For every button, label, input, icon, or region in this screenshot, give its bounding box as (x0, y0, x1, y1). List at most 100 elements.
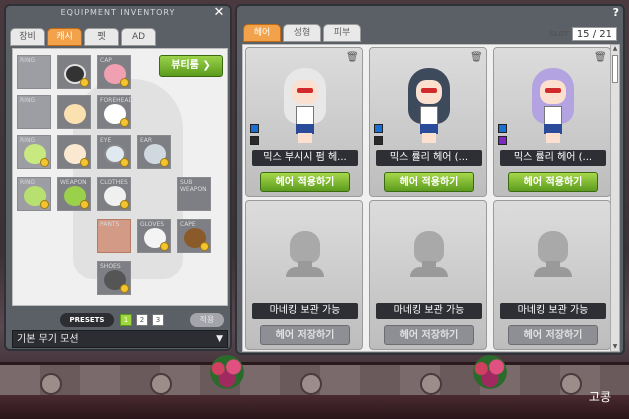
avatar-legs (546, 133, 560, 143)
floor-ornament (420, 373, 442, 395)
beauty-room-button[interactable]: 뷰티룸 ❯ (159, 55, 223, 77)
chevron-down-icon: ▼ (216, 334, 223, 344)
slot-pants[interactable]: PANTS (97, 219, 131, 253)
hair-name: 믹스 률리 헤어 (... (376, 150, 482, 166)
color-swatch[interactable] (250, 136, 259, 145)
save-hair-button[interactable]: 헤어 저장하기 (384, 325, 474, 345)
mannequin-head (538, 231, 568, 263)
slot-forehead[interactable]: FOREHEAD (97, 95, 134, 129)
cash-coin-icon (80, 200, 89, 209)
slot-face[interactable] (57, 95, 91, 129)
slot-cape[interactable]: CAPE (177, 219, 211, 253)
avatar (282, 66, 328, 146)
preset-1-button[interactable]: 1 (120, 314, 132, 326)
color-swatch[interactable] (374, 124, 383, 133)
avatar (530, 66, 576, 146)
trash-icon[interactable]: 🗑 (594, 52, 607, 64)
preset-3-button[interactable]: 3 (152, 314, 164, 326)
slot-ring-4[interactable]: RING (17, 177, 51, 211)
railing (0, 395, 629, 419)
slot-count-label: SLOT (548, 30, 569, 38)
slot-eye[interactable]: EYE (97, 135, 131, 169)
hair-name: 믹스 률리 헤어 (... (500, 150, 606, 166)
apply-hair-button[interactable]: 헤어 적용하기 (508, 172, 598, 192)
save-hair-button[interactable]: 헤어 저장하기 (260, 325, 350, 345)
slot-label: RING (20, 97, 36, 104)
empty-hair-card[interactable]: 마네킹 보관 가능 헤어 저장하기 (493, 200, 611, 350)
equipment-tabs: 장비 캐시 펫 AD (10, 28, 156, 46)
slot-label: RING (20, 137, 36, 144)
cash-coin-icon (120, 284, 129, 293)
color-swatch[interactable] (250, 124, 259, 133)
color-swatch[interactable] (374, 136, 383, 145)
avatar-eyes (545, 88, 561, 93)
cash-coin-icon (120, 200, 129, 209)
slot-ring-1[interactable]: RING (17, 55, 51, 89)
scroll-up-icon[interactable]: ▲ (611, 45, 619, 53)
avatar-legs (298, 133, 312, 143)
slot-label: SHOES (100, 263, 121, 270)
scrollbar-thumb[interactable] (612, 55, 618, 83)
apply-hair-button[interactable]: 헤어 적용하기 (260, 172, 350, 192)
floor-ornament (150, 373, 172, 395)
cash-coin-icon (120, 118, 129, 127)
slot-counter: SLOT 15 / 21 (549, 26, 617, 42)
empty-hair-card[interactable]: 마네킹 보관 가능 헤어 저장하기 (245, 200, 363, 350)
mannequin-icon (534, 231, 572, 277)
scroll-down-icon[interactable]: ▼ (611, 343, 619, 351)
apply-hair-button[interactable]: 헤어 적용하기 (384, 172, 474, 192)
cash-coin-icon (160, 242, 169, 251)
slot-label: EYE (100, 137, 112, 144)
slot-ring-2[interactable]: RING (17, 95, 51, 129)
weapon-motion-select[interactable]: 기본 무기 모션 ▼ (12, 330, 228, 348)
hair-card[interactable]: 🗑 믹스 부시시 펌 헤... 헤어 적용하기 (245, 47, 363, 197)
tab-equip[interactable]: 장비 (10, 28, 45, 46)
equipment-title: EQUIPMENT INVENTORY (60, 8, 176, 17)
slot-label: PANTS (100, 221, 120, 228)
slot-ear[interactable]: EAR (137, 135, 171, 169)
color-swatch[interactable] (498, 124, 507, 133)
hair-card[interactable]: 🗑 믹스 률리 헤어 (... 헤어 적용하기 (493, 47, 611, 197)
slot-clothes[interactable]: CLOTHES (97, 177, 131, 211)
slot-cap[interactable] (57, 55, 91, 89)
slot-sub-weapon[interactable]: SUB WEAPON (177, 177, 211, 211)
help-icon[interactable]: ? (613, 6, 619, 19)
slot-hair-accessory[interactable]: CAP (97, 55, 131, 89)
beauty-tabs: 헤어 성형 피부 (243, 24, 361, 42)
slot-label: FOREHEAD (100, 97, 134, 104)
cash-coin-icon (80, 78, 89, 87)
tab-hair[interactable]: 헤어 (243, 24, 281, 42)
cash-coin-icon (120, 78, 129, 87)
avatar-body (420, 106, 438, 126)
tab-ad[interactable]: AD (121, 28, 156, 46)
slot-ring-3[interactable]: RING (17, 135, 51, 169)
cash-coin-icon (160, 158, 169, 167)
slot-label: RING (20, 179, 36, 186)
color-swatch[interactable] (498, 136, 507, 145)
apply-preset-button[interactable]: 적용 (190, 313, 224, 327)
scrollbar[interactable]: ▲ ▼ (610, 44, 620, 352)
save-hair-button[interactable]: 헤어 저장하기 (508, 325, 598, 345)
character-name-label: 고콩 (588, 390, 611, 404)
preset-2-button[interactable]: 2 (136, 314, 148, 326)
mannequin-shoulders (286, 267, 324, 277)
tab-pet[interactable]: 펫 (84, 28, 119, 46)
mannequin-head (290, 231, 320, 263)
mannequin-label: 마네킹 보관 가능 (252, 303, 358, 319)
empty-hair-card[interactable]: 마네킹 보관 가능 헤어 저장하기 (369, 200, 487, 350)
mannequin-label: 마네킹 보관 가능 (500, 303, 606, 319)
slot-label: EAR (140, 137, 153, 144)
slot-gloves[interactable]: GLOVES (137, 219, 171, 253)
hair-card[interactable]: 🗑 믹스 률리 헤어 (... 헤어 적용하기 (369, 47, 487, 197)
tab-face[interactable]: 성형 (283, 24, 321, 42)
slot-weapon[interactable]: WEAPON (57, 177, 91, 211)
trash-icon[interactable]: 🗑 (470, 52, 483, 64)
tab-cash[interactable]: 캐시 (47, 28, 82, 46)
tab-skin[interactable]: 피부 (323, 24, 361, 42)
close-icon[interactable]: ✕ (212, 6, 226, 20)
flower-decoration (468, 355, 512, 389)
slot-face-accessory[interactable] (57, 135, 91, 169)
trash-icon[interactable]: 🗑 (346, 52, 359, 64)
slot-label: CAP (100, 57, 112, 64)
slot-shoes[interactable]: SHOES (97, 261, 131, 295)
